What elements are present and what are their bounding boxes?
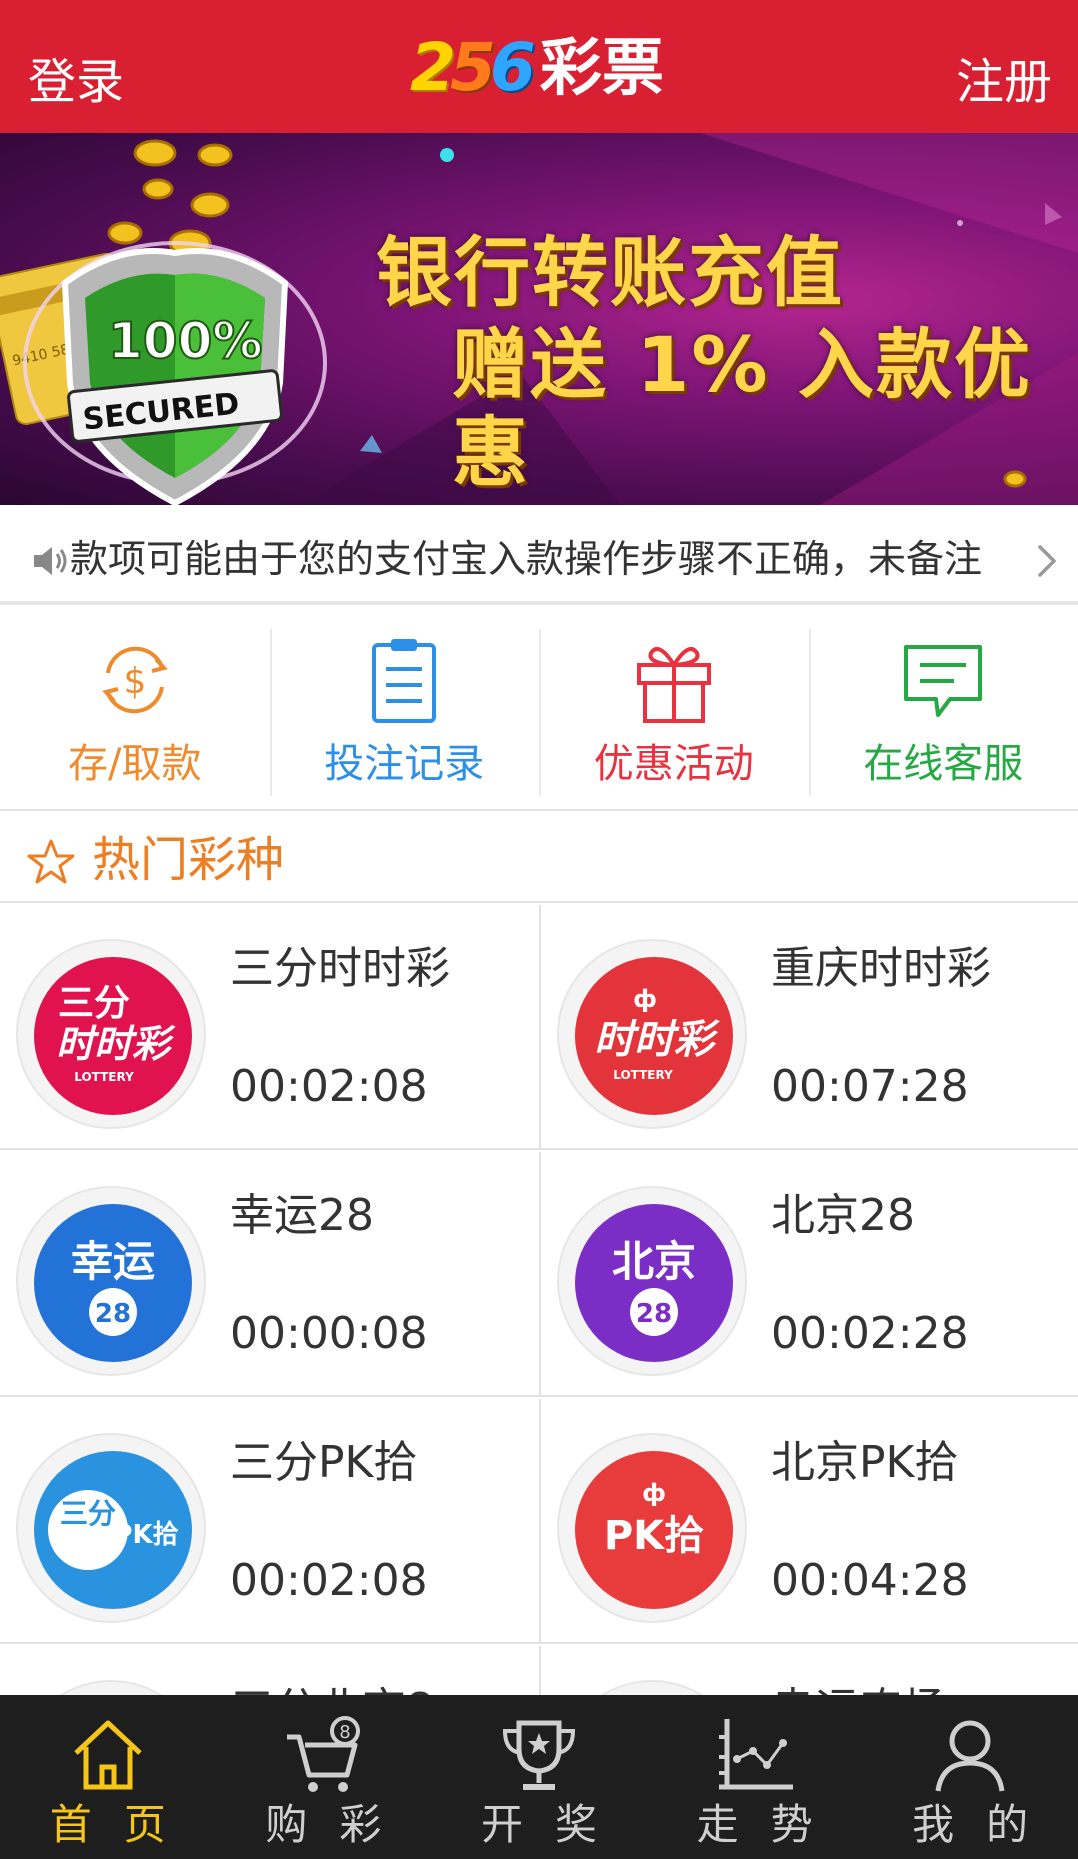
deposit-withdraw-icon: $ bbox=[102, 646, 168, 714]
promo-banner[interactable]: 9410 5856 100% SECURED 银行转账充值 赠送 1% 入款优惠 bbox=[0, 133, 1078, 505]
lottery-badge bbox=[557, 1680, 747, 1695]
logo-text: 彩票 bbox=[539, 31, 664, 104]
tab-mine[interactable]: 我的 bbox=[862, 1695, 1078, 1859]
app-page: 登录 2 5 6 彩票 注册 9410 5856 100% SECURED 银行… bbox=[0, 0, 1078, 1859]
tab-buy[interactable]: 8 购彩 bbox=[216, 1695, 432, 1859]
banner-headline: 银行转账充值 bbox=[376, 228, 844, 317]
hot-section-header: 热门彩种 bbox=[0, 811, 1078, 903]
svg-text:28: 28 bbox=[95, 1299, 131, 1329]
notice-text: 款项可能由于您的支付宝入款操作步骤不正确，未备注 bbox=[70, 537, 983, 581]
lottery-item[interactable]: 三分 PK拾 三分PK拾 00:02:08 bbox=[0, 1399, 539, 1644]
svg-text:幸运: 幸运 bbox=[71, 1237, 155, 1286]
lottery-badge: ф 时时彩 LOTTERY bbox=[557, 939, 747, 1129]
lottery-badge: 三分 PK拾 bbox=[16, 1433, 206, 1623]
app-logo: 2 5 6 彩票 bbox=[410, 28, 664, 108]
lottery-item[interactable]: 北京 28 北京28 00:02:28 bbox=[539, 1152, 1078, 1397]
gift-icon bbox=[636, 647, 711, 723]
logo-digit: 5 bbox=[449, 29, 496, 106]
lottery-name: 重庆时时彩 bbox=[771, 943, 991, 994]
tab-home[interactable]: 首页 bbox=[0, 1695, 216, 1859]
lottery-badge: 三分 时时彩 LOTTERY bbox=[16, 939, 206, 1129]
hot-section-title: 热门彩种 bbox=[92, 832, 285, 888]
logo-digit: 2 bbox=[410, 29, 456, 106]
bet-record-button[interactable]: 投注记录 bbox=[269, 609, 540, 811]
lottery-item[interactable]: ф PK拾 北京PK拾 00:04:28 bbox=[539, 1399, 1078, 1644]
logo-digit: 6 bbox=[489, 29, 536, 106]
lottery-name: 三分PK拾 bbox=[230, 1437, 418, 1488]
lottery-item[interactable]: 幸运 28 幸运28 00:00:08 bbox=[0, 1152, 539, 1397]
notice-bar[interactable]: 款项可能由于您的支付宝入款操作步骤不正确，未备注 bbox=[0, 505, 1078, 605]
tab-label: 走势 bbox=[696, 1800, 845, 1849]
bottom-tab-bar: 首页 8 购彩 开奖 走势 我的 bbox=[0, 1695, 1078, 1859]
deposit-withdraw-button[interactable]: $ 存/取款 bbox=[0, 609, 270, 811]
quick-label: 优惠活动 bbox=[593, 741, 754, 787]
lottery-badge: ф PK拾 bbox=[557, 1433, 747, 1623]
quick-label: 投注记录 bbox=[324, 741, 485, 787]
quick-entry-bar: $ 存/取款 投注记录 优惠活动 在线客服 bbox=[0, 609, 1078, 811]
banner-subheadline: 赠送 1% 入款优惠 bbox=[452, 320, 1032, 497]
svg-text:PK拾: PK拾 bbox=[113, 1520, 178, 1550]
chevron-right-icon[interactable] bbox=[1034, 543, 1060, 579]
lottery-countdown: 00:02:08 bbox=[230, 1555, 428, 1606]
svg-text:北京: 北京 bbox=[612, 1237, 696, 1286]
lottery-name: 三分时时彩 bbox=[230, 943, 450, 994]
tab-label: 开奖 bbox=[480, 1800, 629, 1849]
lottery-countdown: 00:00:08 bbox=[230, 1308, 428, 1359]
svg-text:28: 28 bbox=[636, 1299, 672, 1329]
lottery-countdown: 00:02:08 bbox=[230, 1061, 428, 1112]
lottery-name: 三分北京8 bbox=[230, 1682, 434, 1695]
trend-chart-icon bbox=[718, 1719, 793, 1790]
bet-record-icon bbox=[372, 639, 437, 723]
lottery-countdown: 00:02:28 bbox=[771, 1308, 969, 1359]
svg-text:100%: 100% bbox=[108, 312, 262, 370]
tab-results[interactable]: 开奖 bbox=[431, 1695, 647, 1859]
lottery-item[interactable]: 三分北京8 bbox=[0, 1646, 539, 1695]
speaker-icon bbox=[34, 547, 67, 575]
svg-text:三分: 三分 bbox=[58, 983, 130, 1024]
online-service-button[interactable]: 在线客服 bbox=[808, 609, 1078, 811]
svg-text:PK拾: PK拾 bbox=[604, 1513, 704, 1559]
tab-label: 首页 bbox=[49, 1800, 198, 1849]
home-icon bbox=[74, 1720, 142, 1790]
lottery-item[interactable]: 三分 时时彩 LOTTERY 三分时时彩 00:02:08 bbox=[0, 905, 539, 1150]
tab-label: 我的 bbox=[912, 1800, 1061, 1849]
quick-label: 在线客服 bbox=[863, 741, 1024, 787]
svg-text:ф: ф bbox=[642, 1479, 666, 1507]
quick-label: 存/取款 bbox=[68, 741, 202, 787]
svg-text:时时彩: 时时彩 bbox=[594, 1017, 720, 1063]
lottery-name: 幸运28 bbox=[230, 1190, 374, 1241]
promotions-button[interactable]: 优惠活动 bbox=[539, 609, 809, 811]
lottery-item[interactable]: 幸运农场 bbox=[539, 1646, 1078, 1695]
lottery-badge bbox=[16, 1680, 206, 1695]
svg-text:ф: ф bbox=[633, 985, 657, 1013]
tab-label: 购彩 bbox=[265, 1800, 414, 1849]
user-icon bbox=[935, 1720, 1005, 1792]
star-icon bbox=[27, 839, 75, 884]
top-header: 登录 2 5 6 彩票 注册 bbox=[0, 0, 1078, 133]
svg-text:8: 8 bbox=[340, 1722, 351, 1743]
lottery-name: 北京28 bbox=[771, 1190, 915, 1241]
svg-text:三分: 三分 bbox=[60, 1497, 116, 1530]
chat-icon bbox=[904, 645, 983, 717]
lottery-badge: 北京 28 bbox=[557, 1186, 747, 1376]
lottery-name: 幸运农场 bbox=[771, 1682, 947, 1695]
trophy-icon bbox=[502, 1720, 575, 1790]
lottery-countdown: 00:04:28 bbox=[771, 1555, 969, 1606]
lottery-countdown: 00:07:28 bbox=[771, 1061, 969, 1112]
svg-text:LOTTERY: LOTTERY bbox=[613, 1068, 673, 1082]
cart-icon: 8 bbox=[287, 1716, 361, 1792]
svg-text:$: $ bbox=[123, 661, 146, 702]
svg-text:LOTTERY: LOTTERY bbox=[74, 1070, 134, 1084]
lottery-badge: 幸运 28 bbox=[16, 1186, 206, 1376]
lottery-grid: 三分 时时彩 LOTTERY 三分时时彩 00:02:08 ф 时时彩 LOTT… bbox=[0, 905, 1078, 1695]
lottery-name: 北京PK拾 bbox=[771, 1437, 959, 1488]
login-button[interactable]: 登录 bbox=[28, 52, 124, 112]
register-button[interactable]: 注册 bbox=[956, 52, 1052, 112]
svg-text:时时彩: 时时彩 bbox=[56, 1022, 176, 1066]
lottery-item[interactable]: ф 时时彩 LOTTERY 重庆时时彩 00:07:28 bbox=[539, 905, 1078, 1150]
tab-trends[interactable]: 走势 bbox=[647, 1695, 863, 1859]
